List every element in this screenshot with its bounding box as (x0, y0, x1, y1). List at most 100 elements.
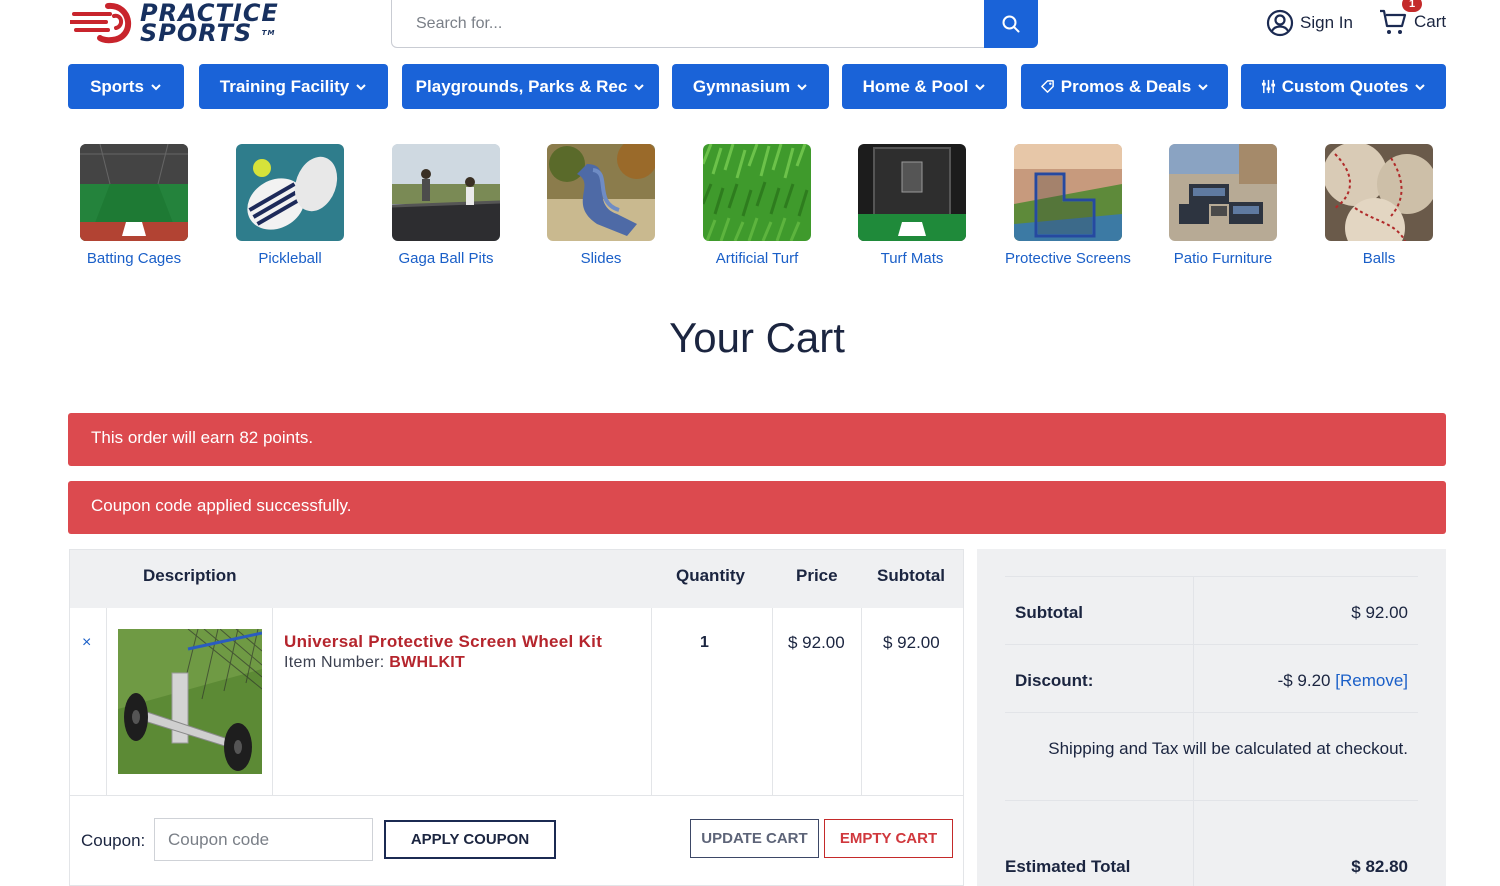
category-label: Pickleball (258, 250, 322, 267)
item-quantity: 1 (700, 634, 709, 651)
category-balls[interactable]: Balls (1309, 144, 1449, 267)
tag-icon (1040, 80, 1054, 93)
empty-cart-button[interactable]: EMPTY CART (824, 819, 953, 858)
category-image (1169, 144, 1277, 241)
chevron-down-icon (151, 83, 161, 90)
chevron-down-icon (1198, 83, 1208, 90)
cart-link[interactable]: 1 Cart (1378, 0, 1447, 38)
page-title: Your Cart (669, 314, 845, 361)
search-input[interactable] (392, 0, 984, 47)
product-name-link[interactable]: Universal Protective Screen Wheel Kit (284, 632, 602, 652)
category-image (1325, 144, 1433, 241)
logo-text: PRACTICE SPORTS TM (140, 1, 279, 45)
category-image (547, 144, 655, 241)
discount-value: -$ 9.20 (1277, 671, 1331, 690)
chevron-down-icon (1415, 83, 1425, 90)
search-bar (391, 0, 1038, 48)
category-image (236, 144, 344, 241)
main-nav: Sports Training Facility Playgrounds, Pa… (0, 64, 1500, 109)
nav-gymnasium[interactable]: Gymnasium (672, 64, 829, 109)
category-pickleball[interactable]: Pickleball (220, 144, 360, 267)
table-row: × Universal Protective Screen Wheel Kit … (70, 608, 963, 796)
nav-label: Gymnasium (692, 76, 791, 96)
cart-table: Description Quantity Price Subtotal × Un… (69, 549, 964, 886)
category-label: Batting Cages (86, 250, 182, 267)
nav-label: Sports (90, 76, 144, 96)
shipping-row: Shipping and Tax will be calculated at c… (1005, 713, 1418, 801)
category-slides[interactable]: Slides (531, 144, 671, 267)
subtotal-value: $ 92.00 (1351, 603, 1408, 622)
category-label: Artificial Turf (715, 250, 799, 267)
update-cart-button[interactable]: UPDATE CART (690, 819, 819, 858)
discount-label: Discount: (1015, 671, 1094, 690)
cart-count-badge: 1 (1402, 0, 1422, 12)
item-subtotal: $ 92.00 (883, 633, 940, 652)
nav-label: Promos & Deals (1060, 76, 1192, 96)
apply-coupon-button[interactable]: APPLY COUPON (384, 820, 556, 859)
header-quantity: Quantity (676, 566, 745, 585)
category-gaga-ball-pits[interactable]: Gaga Ball Pits (376, 144, 516, 267)
logo-swoosh-icon (68, 0, 136, 46)
nav-custom-quotes[interactable]: Custom Quotes (1241, 64, 1446, 109)
category-label: Slides (580, 250, 622, 267)
category-image (80, 144, 188, 241)
search-icon (1002, 15, 1020, 33)
nav-label: Playgrounds, Parks & Rec (415, 76, 628, 96)
header-subtotal: Subtotal (877, 566, 945, 585)
discount-value-wrap: -$ 9.20 [Remove] (1278, 671, 1408, 691)
cart-totals: Subtotal $ 92.00 Discount: -$ 9.20 [Remo… (977, 549, 1446, 886)
search-button[interactable] (984, 0, 1038, 48)
estimated-total-row: Estimated Total $ 82.80 (1005, 801, 1418, 886)
header-price: Price (796, 566, 838, 585)
category-image (858, 144, 966, 241)
nav-label: Custom Quotes (1281, 76, 1409, 96)
category-batting-cages[interactable]: Batting Cages (64, 144, 204, 267)
cart-icon (1380, 9, 1407, 34)
user-circle-icon (1266, 9, 1294, 37)
logo-line-2: SPORTS (140, 19, 253, 47)
shipping-note: Shipping and Tax will be calculated at c… (1048, 739, 1408, 758)
category-turf-mats[interactable]: Turf Mats (842, 144, 982, 267)
sku-label: Item Number: (284, 654, 390, 671)
discount-row: Discount: -$ 9.20 [Remove] (1005, 645, 1418, 713)
estimated-total-label: Estimated Total (1005, 857, 1131, 876)
category-label: Patio Furniture (1173, 250, 1273, 267)
nav-sports[interactable]: Sports (68, 64, 184, 109)
sign-in-link[interactable]: Sign In (1266, 8, 1353, 38)
remove-coupon-link[interactable]: [Remove] (1335, 671, 1408, 690)
cart-table-header: Description Quantity Price Subtotal (70, 550, 963, 608)
category-patio-furniture[interactable]: Patio Furniture (1153, 144, 1293, 267)
sign-in-label: Sign In (1300, 13, 1353, 32)
estimated-total-value: $ 82.80 (1351, 857, 1408, 876)
remove-item-button[interactable]: × (82, 634, 91, 652)
site-logo[interactable]: PRACTICE SPORTS TM (68, 0, 310, 46)
coupon-code-input[interactable] (154, 818, 373, 861)
category-protective-screens[interactable]: Protective Screens (998, 144, 1138, 267)
coupon-label: Coupon: (81, 831, 146, 850)
category-label: Turf Mats (880, 250, 944, 267)
subtotal-label: Subtotal (1015, 603, 1083, 622)
item-price: $ 92.00 (788, 633, 845, 652)
subtotal-row: Subtotal $ 92.00 (1005, 576, 1418, 645)
product-image[interactable] (118, 628, 263, 774)
category-label: Gaga Ball Pits (398, 250, 494, 267)
nav-promos-deals[interactable]: Promos & Deals (1021, 64, 1228, 109)
cart-label: Cart (1414, 12, 1447, 31)
category-image (392, 144, 500, 241)
nav-home-pool[interactable]: Home & Pool (842, 64, 1007, 109)
chevron-down-icon (797, 83, 807, 90)
nav-training-facility[interactable]: Training Facility (199, 64, 388, 109)
chevron-down-icon (975, 83, 986, 90)
nav-label: Home & Pool (862, 76, 969, 96)
logo-tm: TM (261, 29, 276, 37)
category-image (1014, 144, 1122, 241)
nav-label: Training Facility (219, 76, 350, 96)
nav-playgrounds[interactable]: Playgrounds, Parks & Rec (402, 64, 659, 109)
sku-value: BWHLKIT (389, 654, 466, 671)
product-sku: Item Number: BWHLKIT (284, 654, 465, 672)
category-artificial-turf[interactable]: Artificial Turf (687, 144, 827, 267)
header-description: Description (143, 566, 237, 585)
chevron-down-icon (634, 83, 645, 90)
category-label: Protective Screens (1005, 250, 1131, 267)
chevron-down-icon (356, 83, 366, 90)
